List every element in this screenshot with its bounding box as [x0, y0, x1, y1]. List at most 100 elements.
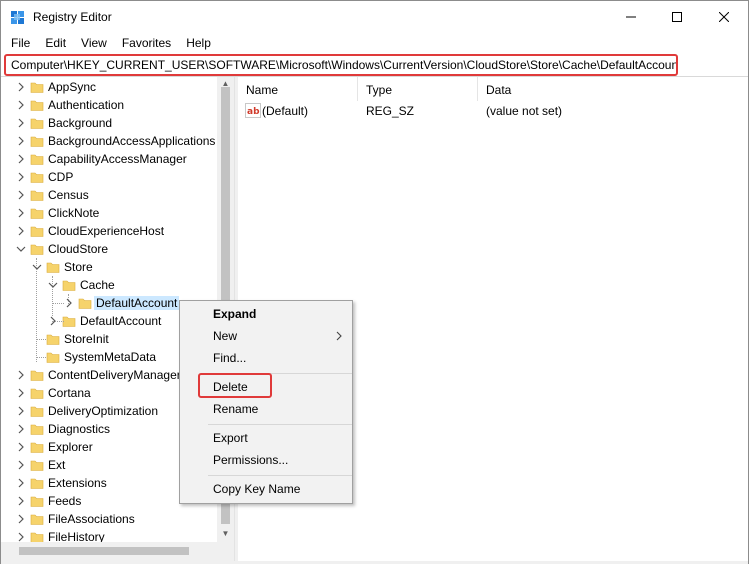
tree-item-label: CloudStore [48, 242, 109, 256]
folder-icon [30, 460, 44, 471]
folder-icon [30, 370, 44, 381]
menu-edit[interactable]: Edit [36, 34, 72, 54]
tree-item[interactable]: AppSync [1, 78, 234, 96]
tree-connector-line [36, 339, 46, 340]
tree-item[interactable]: CloudStore [1, 240, 234, 258]
chevron-right-icon[interactable] [16, 154, 26, 164]
context-menu-copy-key-name[interactable]: Copy Key Name [180, 479, 352, 501]
chevron-right-icon[interactable] [16, 532, 26, 542]
folder-icon [30, 532, 44, 542]
menu-file[interactable]: File [1, 34, 36, 54]
folder-icon [30, 244, 44, 255]
tree-item-label: FileHistory [48, 530, 105, 542]
folder-icon [30, 118, 44, 129]
tree-item-label: Cache [80, 278, 115, 292]
tree-hscroll-thumb[interactable] [19, 547, 189, 555]
tree-item-label: DefaultAccount [80, 314, 162, 328]
menu-favorites[interactable]: Favorites [113, 34, 177, 54]
minimize-button[interactable] [608, 1, 654, 33]
chevron-right-icon[interactable] [16, 172, 26, 182]
tree-item-label: ClickNote [48, 206, 100, 220]
folder-icon [30, 100, 44, 111]
context-menu: Expand New Find... Delete Rename Export Permis… [179, 300, 353, 504]
context-menu-find[interactable]: Find... [180, 348, 352, 370]
chevron-right-icon[interactable] [16, 136, 26, 146]
window-title: Registry Editor [33, 10, 112, 24]
chevron-right-icon[interactable] [16, 370, 26, 380]
context-menu-expand-label: Expand [213, 307, 257, 321]
context-menu-find-label: Find... [213, 351, 247, 365]
context-menu-permissions-label: Permissions... [213, 453, 289, 467]
column-type[interactable]: Type [358, 77, 478, 101]
chevron-right-icon[interactable] [16, 82, 26, 92]
chevron-right-icon[interactable] [16, 478, 26, 488]
tree-item[interactable]: Authentication [1, 96, 234, 114]
chevron-right-icon[interactable] [16, 388, 26, 398]
table-row[interactable]: ab (Default) REG_SZ (value not set) [238, 101, 748, 121]
column-name[interactable]: Name [238, 77, 358, 101]
title-bar[interactable]: Registry Editor [1, 1, 748, 33]
tree-item[interactable]: Census [1, 186, 234, 204]
close-icon [719, 12, 729, 22]
tree-item-label: DefaultAccount [94, 296, 180, 310]
tree-item-label: Ext [48, 458, 66, 472]
chevron-right-icon[interactable] [64, 298, 74, 308]
chevron-right-icon[interactable] [16, 226, 26, 236]
maximize-button[interactable] [654, 1, 700, 33]
folder-icon [30, 190, 44, 201]
close-button[interactable] [701, 1, 747, 33]
tree-item-label: AppSync [48, 80, 97, 94]
folder-icon [30, 136, 44, 147]
chevron-down-icon[interactable] [48, 280, 58, 290]
tree-connector-line [36, 357, 46, 358]
chevron-right-icon[interactable] [16, 406, 26, 416]
string-value-icon: ab [245, 103, 261, 118]
context-menu-expand[interactable]: Expand [180, 304, 352, 326]
chevron-right-icon[interactable] [16, 460, 26, 470]
context-menu-export[interactable]: Export [180, 428, 352, 450]
chevron-right-icon[interactable] [16, 496, 26, 506]
registry-editor-window: Registry Editor File Edit View Favorites… [0, 0, 749, 564]
tree-item[interactable]: CDP [1, 168, 234, 186]
context-menu-permissions[interactable]: Permissions... [180, 450, 352, 472]
context-menu-new[interactable]: New [180, 326, 352, 348]
tree-item[interactable]: BackgroundAccessApplications [1, 132, 234, 150]
folder-icon [30, 442, 44, 453]
tree-item[interactable]: Background [1, 114, 234, 132]
folder-icon [46, 334, 60, 345]
menu-view[interactable]: View [72, 34, 113, 54]
delete-highlight [198, 373, 272, 398]
menu-bar: File Edit View Favorites Help [1, 34, 748, 54]
tree-item[interactable]: FileAssociations [1, 510, 234, 528]
folder-icon [30, 496, 44, 507]
chevron-right-icon[interactable] [16, 118, 26, 128]
tree-item-label: CDP [48, 170, 74, 184]
chevron-right-icon[interactable] [16, 514, 26, 524]
chevron-right-icon[interactable] [16, 190, 26, 200]
chevron-down-icon[interactable] [32, 262, 42, 272]
tree-item[interactable]: CapabilityAccessManager [1, 150, 234, 168]
chevron-right-icon[interactable] [16, 208, 26, 218]
address-bar[interactable]: Computer\HKEY_CURRENT_USER\SOFTWARE\Micr… [4, 54, 678, 76]
tree-item-label: ContentDeliveryManager [48, 368, 181, 382]
value-name: (Default) [262, 104, 309, 118]
menu-help[interactable]: Help [177, 34, 217, 54]
tree-horizontal-scrollbar[interactable] [1, 542, 234, 561]
chevron-down-icon[interactable] [16, 244, 26, 254]
tree-item[interactable]: ClickNote [1, 204, 234, 222]
context-menu-rename[interactable]: Rename [180, 399, 352, 421]
folder-icon [46, 262, 60, 273]
chevron-right-icon[interactable] [16, 100, 26, 110]
column-data[interactable]: Data [478, 77, 748, 101]
chevron-right-icon[interactable] [16, 442, 26, 452]
folder-icon [62, 316, 76, 327]
tree-item[interactable]: CloudExperienceHost [1, 222, 234, 240]
folder-icon [30, 478, 44, 489]
chevron-right-icon[interactable] [16, 424, 26, 434]
context-menu-export-label: Export [213, 431, 248, 445]
scroll-down-icon[interactable]: ▼ [221, 529, 230, 538]
tree-connector-line [52, 276, 53, 316]
folder-icon [46, 352, 60, 363]
menu-separator [208, 475, 352, 476]
tree-item[interactable]: FileHistory [1, 528, 234, 542]
